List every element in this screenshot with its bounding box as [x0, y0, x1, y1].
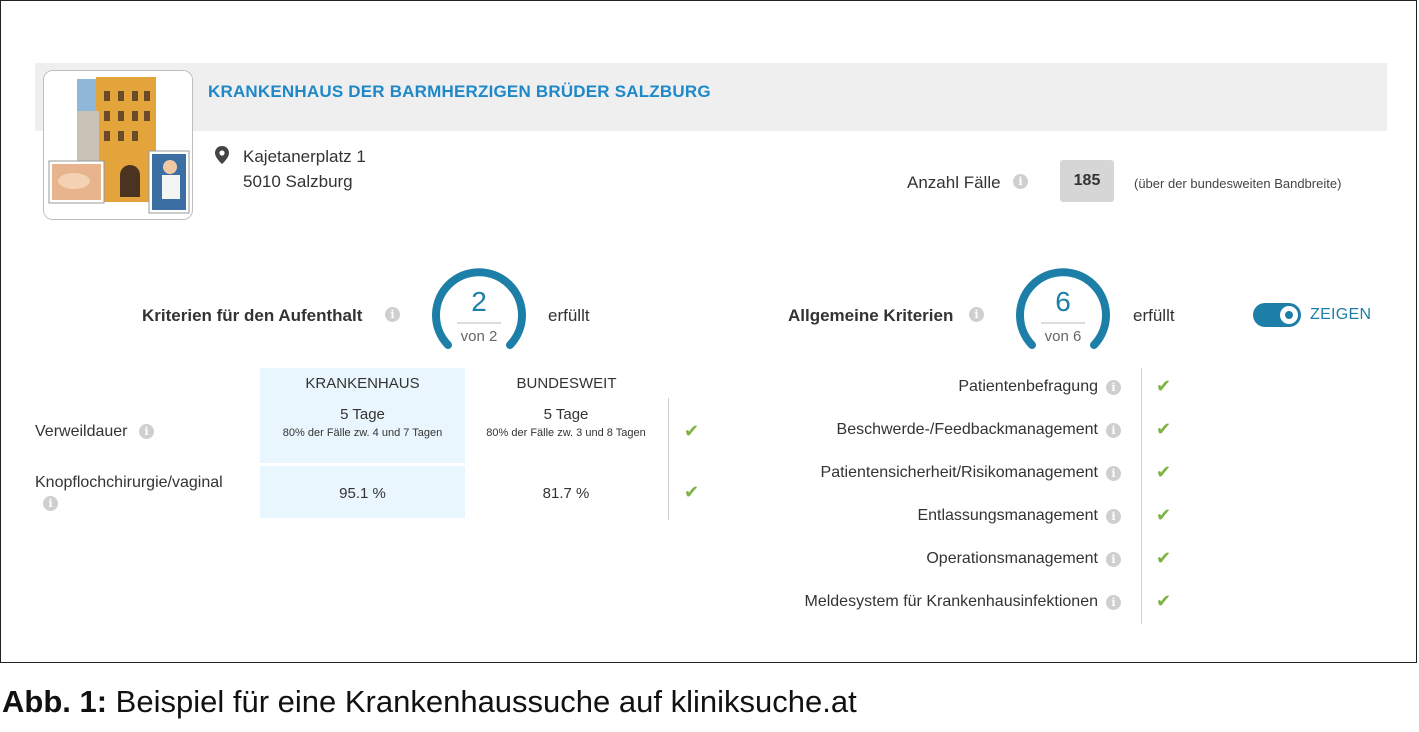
info-icon[interactable]: i: [1106, 595, 1121, 610]
stay-criteria-count: 2: [471, 286, 487, 317]
cell-value: 5 Tage: [340, 406, 385, 423]
general-criterion-label: Operationsmanagement: [926, 550, 1098, 567]
check-icon: ✔: [684, 482, 700, 502]
info-icon[interactable]: i: [1106, 380, 1121, 395]
cases-label: Anzahl Fälle: [907, 173, 1001, 192]
col-header-hospital: KRANKENHAUS: [305, 375, 420, 392]
cell-national-verweildauer: 5 Tage 80% der Fälle zw. 3 und 8 Tagen: [476, 405, 656, 441]
general-criterion-label: Patientenbefragung: [958, 378, 1098, 395]
general-criterion-label: Entlassungsmanagement: [917, 507, 1098, 524]
info-icon[interactable]: i: [43, 496, 58, 511]
general-criteria-label: Allgemeine Kriterien: [788, 306, 954, 325]
row-label-verweildauer: Verweildauer: [35, 423, 128, 440]
toggle-knob: [1280, 306, 1298, 324]
table-divider: [668, 398, 669, 520]
general-list-divider: [1141, 368, 1142, 624]
hospital-photo: [43, 70, 193, 220]
stay-criteria-status: erfüllt: [548, 306, 590, 325]
row-separator: [260, 463, 465, 466]
stay-criteria-gauge: 2 von 2: [429, 268, 529, 358]
check-icon: ✔: [1156, 548, 1172, 568]
hospital-photo-collage: [44, 71, 192, 219]
row-label-knopfloch: Knopflochchirurgie/vaginal: [35, 474, 223, 491]
map-pin-icon: [215, 146, 229, 164]
info-icon[interactable]: i: [1106, 509, 1121, 524]
address-city: 5010 Salzburg: [243, 172, 353, 191]
general-criteria-count: 6: [1055, 286, 1071, 317]
cell-note: 80% der Fälle zw. 3 und 8 Tagen: [486, 427, 646, 439]
info-icon[interactable]: i: [139, 424, 154, 439]
check-icon: ✔: [1156, 505, 1172, 525]
check-icon: ✔: [1156, 462, 1172, 482]
info-icon[interactable]: i: [1013, 174, 1028, 189]
show-toggle-label[interactable]: ZEIGEN: [1310, 306, 1371, 324]
cases-count-badge: 185: [1060, 160, 1114, 202]
figure-caption: Abb. 1: Beispiel für eine Krankenhaussuc…: [2, 684, 857, 720]
general-criteria-status: erfüllt: [1133, 306, 1175, 325]
info-icon[interactable]: i: [969, 307, 984, 322]
hospital-address: Kajetanerplatz 1 5010 Salzburg: [243, 144, 366, 194]
cell-value: 81.7 %: [542, 485, 590, 502]
general-criteria-total: von 6: [1044, 328, 1082, 345]
hospital-name-link[interactable]: KRANKENHAUS DER BARMHERZIGEN BRÜDER SALZ…: [208, 82, 711, 102]
cell-hospital-knopfloch: 95.1 %: [270, 484, 455, 504]
cell-national-knopfloch: 81.7 %: [476, 484, 656, 504]
cell-value: 5 Tage: [543, 406, 589, 423]
general-criteria-gauge: 6 von 6: [1013, 268, 1113, 358]
caption-prefix: Abb. 1:: [2, 684, 108, 719]
cell-hospital-verweildauer: 5 Tage 80% der Fälle zw. 4 und 7 Tagen: [270, 405, 455, 441]
general-criterion-label: Beschwerde-/Feedbackmanagement: [836, 421, 1098, 438]
stay-criteria-label: Kriterien für den Aufenthalt: [142, 306, 363, 325]
cases-range-note: (über der bundesweiten Bandbreite): [1134, 176, 1342, 191]
info-icon[interactable]: i: [1106, 423, 1121, 438]
info-icon[interactable]: i: [1106, 466, 1121, 481]
address-street: Kajetanerplatz 1: [243, 147, 366, 166]
cell-value: 95.1 %: [339, 485, 386, 502]
check-icon: ✔: [1156, 591, 1172, 611]
cell-note: 80% der Fälle zw. 4 und 7 Tagen: [282, 427, 443, 439]
check-icon: ✔: [684, 421, 700, 441]
check-icon: ✔: [1156, 376, 1172, 396]
stay-criteria-total: von 2: [460, 328, 498, 345]
general-criterion-label: Patientensicherheit/Risikomanagement: [820, 464, 1098, 481]
info-icon[interactable]: i: [1106, 552, 1121, 567]
caption-text: Beispiel für eine Krankenhaussuche auf k…: [107, 684, 857, 719]
col-header-national: BUNDESWEIT: [516, 375, 617, 392]
general-criterion-label: Meldesystem für Krankenhausinfektionen: [804, 593, 1099, 610]
info-icon[interactable]: i: [385, 307, 400, 322]
check-icon: ✔: [1156, 419, 1172, 439]
show-toggle[interactable]: [1253, 303, 1301, 327]
